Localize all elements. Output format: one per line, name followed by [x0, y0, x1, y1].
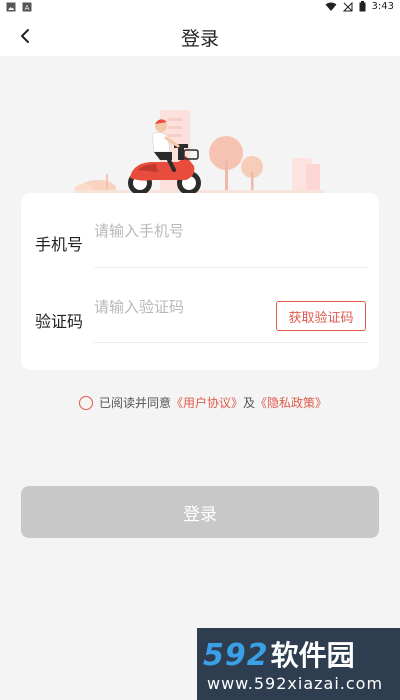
- signal-icon: [342, 1, 353, 11]
- code-divider: [94, 342, 368, 343]
- phone-label: 手机号: [35, 235, 84, 254]
- notification-icon: A: [22, 2, 32, 12]
- watermark-name: 软件园: [270, 639, 355, 672]
- login-button[interactable]: 登录: [21, 486, 379, 538]
- login-form-card: 手机号 验证码 获取验证码: [21, 193, 379, 370]
- agreement-row: 已阅读并同意 《用户协议》 及 《隐私政策》: [79, 394, 327, 411]
- watermark-brand: 592 软件园: [203, 634, 355, 674]
- user-agreement-link[interactable]: 《用户协议》: [171, 394, 243, 411]
- scooter-illustration: [74, 110, 324, 196]
- phone-divider: [94, 267, 368, 268]
- status-right: 3:43: [325, 1, 394, 12]
- agree-radio[interactable]: [79, 395, 93, 410]
- get-code-button[interactable]: 获取验证码: [276, 301, 366, 331]
- code-label: 验证码: [35, 312, 84, 331]
- watermark: 592 软件园 www.592xiazai.com: [197, 628, 400, 700]
- watermark-url: www.592xiazai.com: [207, 674, 384, 693]
- agreement-joiner: 及: [243, 396, 256, 410]
- page-title: 登录: [180, 28, 219, 50]
- battery-icon: [359, 1, 366, 12]
- watermark-number: 592: [203, 638, 269, 673]
- wifi-icon: [325, 2, 337, 11]
- status-bar: A 3:43: [0, 0, 400, 16]
- image-icon: [6, 2, 16, 12]
- phone-input[interactable]: [94, 216, 368, 246]
- status-left: A: [6, 2, 32, 12]
- agreement-prefix: 已阅读并同意: [99, 396, 172, 410]
- privacy-policy-link[interactable]: 《隐私政策》: [255, 394, 327, 411]
- svg-text:A: A: [25, 4, 30, 12]
- status-time: 3:43: [371, 1, 394, 12]
- verification-code-input[interactable]: [94, 292, 269, 322]
- top-bar: 登录: [0, 16, 400, 56]
